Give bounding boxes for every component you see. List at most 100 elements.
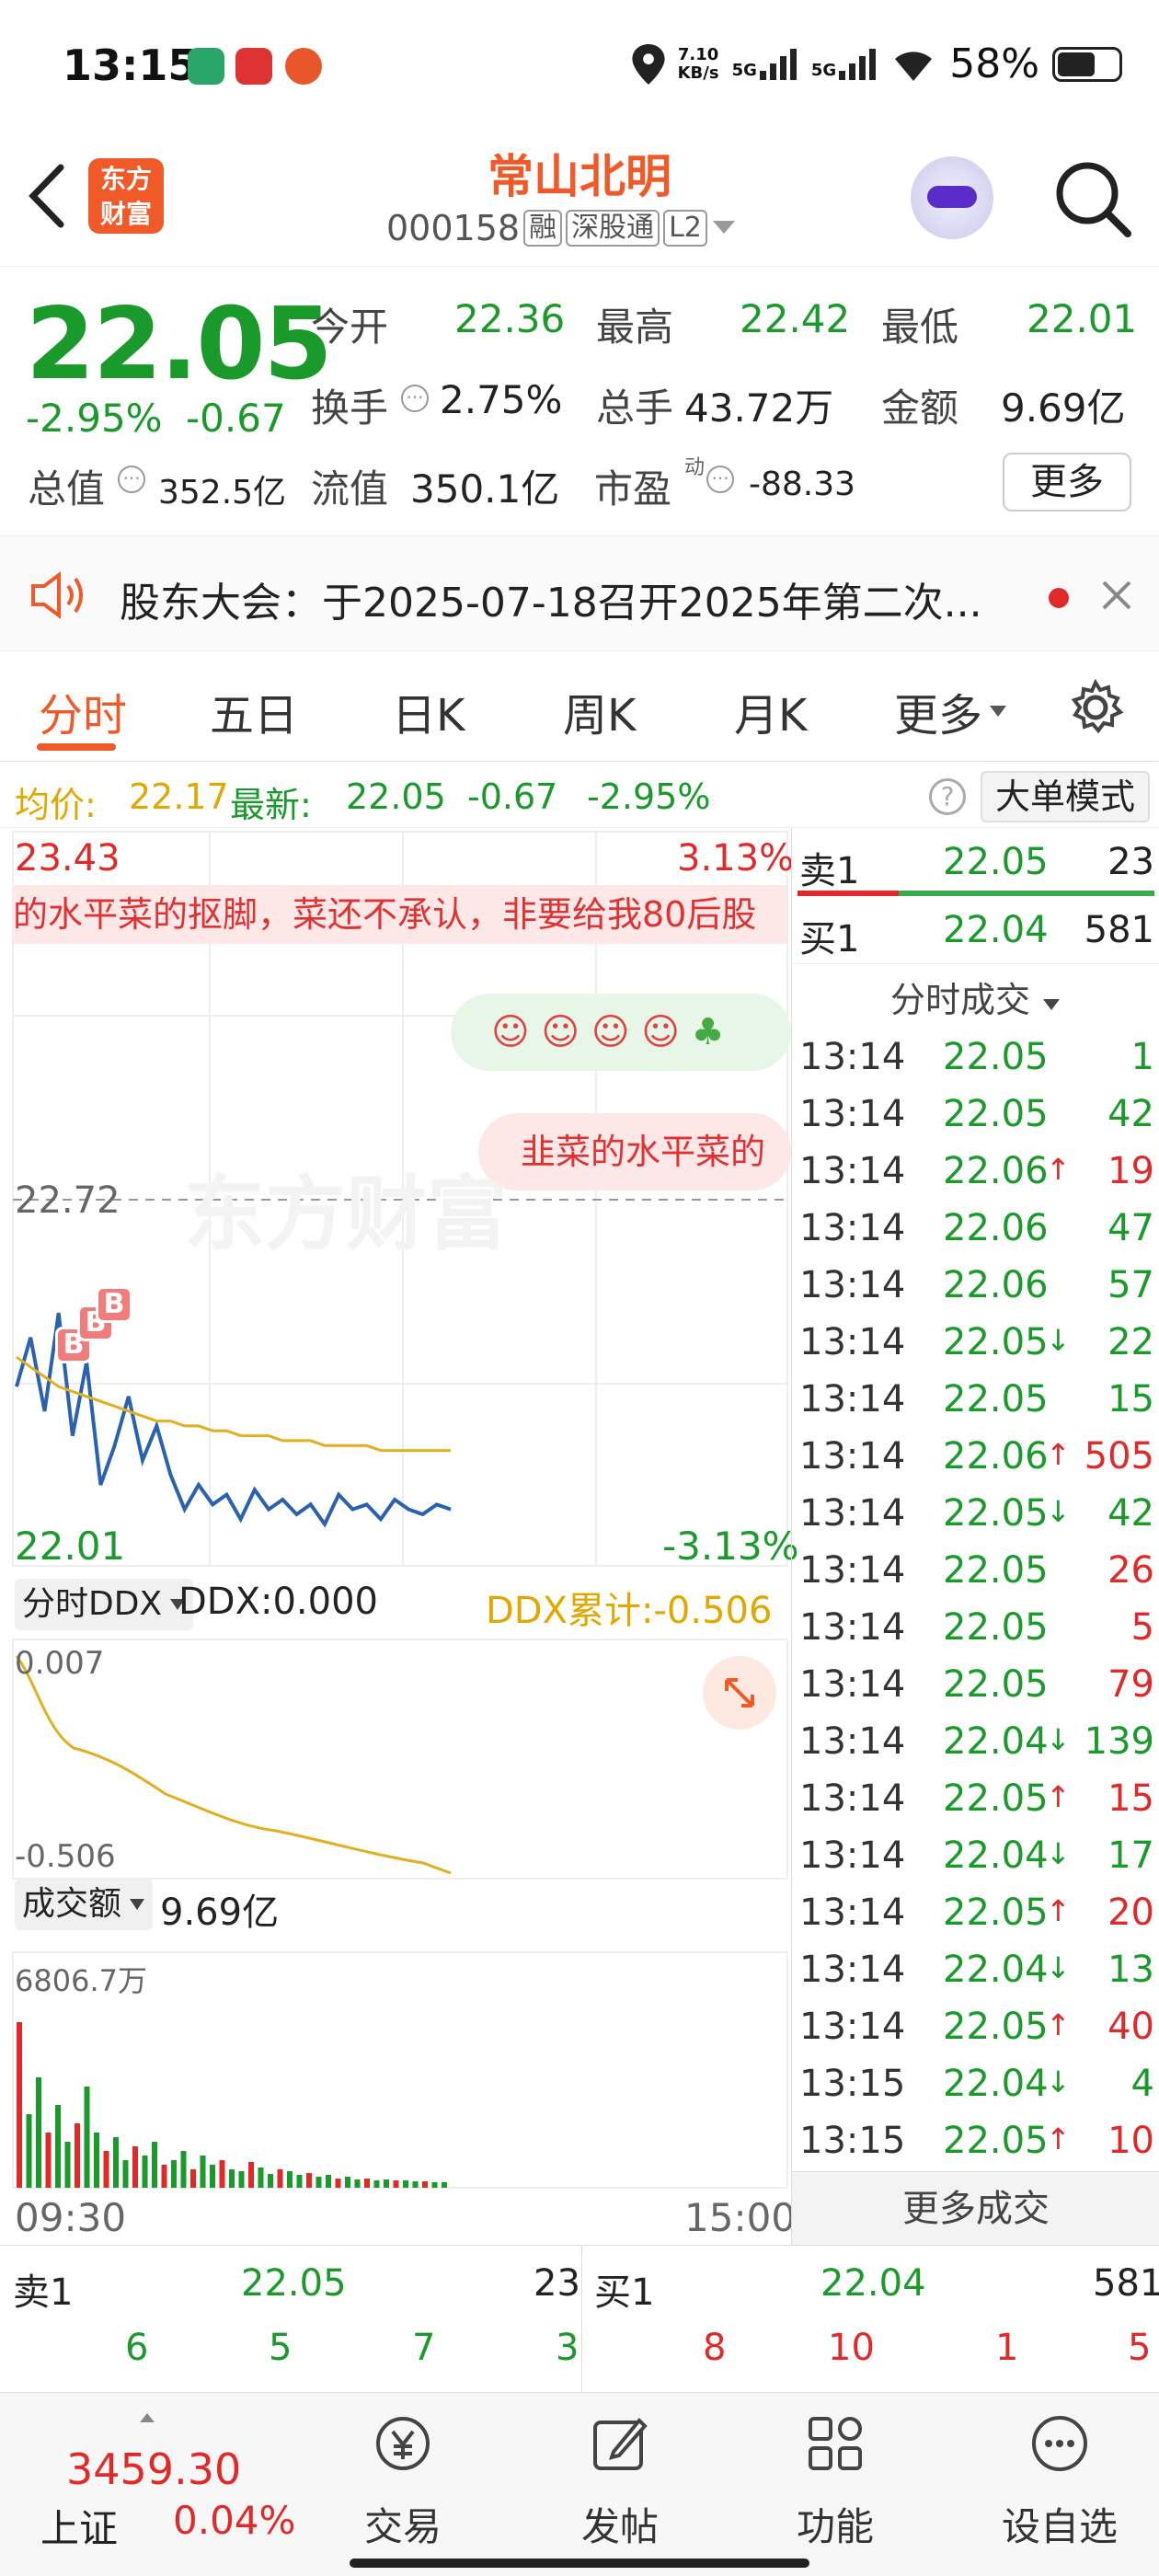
- trade-row: 13:14 22.04 ↓ 139: [792, 1713, 1159, 1770]
- app-notification-icon: [285, 48, 322, 85]
- status-bar: 13:15 7.10 KB/s 5G 5G 58%: [0, 0, 1159, 138]
- tab-daily-k[interactable]: 日K: [392, 679, 465, 743]
- unread-dot: [1049, 588, 1069, 608]
- turnover-label: 换手: [311, 385, 389, 431]
- open-value: 22.36: [454, 296, 566, 341]
- trade-volume: 47: [1107, 1207, 1154, 1249]
- trade-price: 22.06: [943, 1264, 1049, 1306]
- volume-bar: [210, 2165, 215, 2188]
- trade-price: 22.04: [943, 1834, 1049, 1877]
- trade-volume: 17: [1107, 1834, 1154, 1877]
- trade-direction-icon: ↓: [1046, 2064, 1071, 2099]
- trade-volume: 10: [1107, 2120, 1154, 2162]
- volume-bar: [132, 2146, 138, 2188]
- trade-volume: 79: [1107, 1663, 1154, 1706]
- assistant-robot-icon[interactable]: [911, 156, 993, 239]
- current-price: 22.05: [26, 287, 333, 402]
- book-buy-label: 买1: [594, 2271, 655, 2314]
- nav-post[interactable]: 发帖: [546, 2411, 694, 2552]
- trade-row: 13:15 22.04 ↓ 4: [792, 2055, 1159, 2112]
- low-value: 22.01: [1027, 296, 1138, 341]
- tab-five-day[interactable]: 五日: [210, 679, 298, 743]
- trade-price: 22.05: [943, 1892, 1049, 1934]
- info-icon[interactable]: ···: [118, 466, 145, 493]
- help-icon[interactable]: ?: [929, 778, 966, 815]
- ddx-select[interactable]: 分时DDX: [15, 1579, 194, 1630]
- trade-volume: 19: [1107, 1150, 1154, 1192]
- index-value: 3459.30: [66, 2444, 242, 2494]
- net-speed: 7.10 KB/s: [677, 44, 719, 83]
- trade-row: 13:14 22.06 47: [792, 1200, 1159, 1257]
- volume-value: 43.72万: [684, 385, 834, 431]
- buy-marker[interactable]: B: [96, 1286, 132, 1323]
- volume-bar: [55, 2105, 61, 2188]
- volume-bar: [354, 2179, 361, 2188]
- chart-tabs: 分时 五日 日K 周K 月K 更多: [0, 651, 1159, 762]
- trade-direction-icon: ↑: [1046, 2007, 1071, 2042]
- volume-select[interactable]: 成交额: [15, 1879, 154, 1930]
- trade-time: 13:14: [799, 1834, 906, 1877]
- volume-bar: [335, 2179, 341, 2188]
- nav-add-watchlist[interactable]: 设自选: [977, 2411, 1142, 2552]
- more-quote-button[interactable]: 更多: [1003, 453, 1131, 512]
- trade-price: 22.06: [943, 1435, 1049, 1478]
- expand-icon[interactable]: [703, 1656, 776, 1730]
- gear-icon[interactable]: [1067, 679, 1124, 736]
- notice-banner[interactable]: 股东大会：于2025-07-18召开2025年第二次...: [0, 535, 1159, 651]
- trade-price: 22.04: [943, 2063, 1049, 2105]
- volume-bar: [258, 2168, 264, 2188]
- trade-price: 22.05: [943, 1777, 1049, 1820]
- trade-volume: 40: [1107, 2006, 1154, 2048]
- battery-percent: 58%: [949, 40, 1039, 87]
- volume-bar: [296, 2175, 303, 2188]
- trade-time: 13:14: [799, 2006, 906, 2048]
- trade-time: 13:14: [799, 1949, 906, 1991]
- search-icon[interactable]: [1054, 160, 1133, 239]
- danmaku-comment: 的水平菜的抠脚，菜还不承认，非要给我80后股: [13, 885, 787, 944]
- trade-volume: 57: [1107, 1264, 1154, 1306]
- trade-time: 13:14: [799, 1492, 906, 1535]
- book-buy-price: 22.04: [820, 2262, 926, 2305]
- trade-row: 13:14 22.05 ↓ 42: [792, 1485, 1159, 1542]
- nav-functions[interactable]: 功能: [762, 2411, 909, 2552]
- location-icon: [632, 43, 665, 85]
- book-sell-detail: 7: [412, 2327, 436, 2369]
- trade-row: 13:14 22.05 ↓ 22: [792, 1314, 1159, 1371]
- signal-5g-icon: 5G: [732, 48, 798, 80]
- volume-bar: [200, 2156, 206, 2188]
- trade-row: 13:14 22.05 ↑ 40: [792, 1998, 1159, 2055]
- trade-time: 13:14: [799, 1435, 906, 1478]
- top-price-label: 23.43: [15, 837, 120, 880]
- average-price-bar: 均价: 22.17 最新: 22.05 -0.67 -2.95% ? 大单模式: [0, 762, 1159, 828]
- big-order-mode-button[interactable]: 大单模式: [981, 771, 1150, 822]
- trade-time: 13:14: [799, 1321, 906, 1363]
- trade-time: 13:14: [799, 1663, 906, 1706]
- nav-trade[interactable]: 交易: [329, 2411, 476, 2552]
- trade-list-header[interactable]: 分时成交: [792, 972, 1159, 1022]
- volume-bar: [26, 2114, 32, 2188]
- more-trades-button[interactable]: 更多成交: [792, 2171, 1159, 2245]
- trade-row: 13:14 22.05 5: [792, 1599, 1159, 1656]
- volume-bar: [403, 2180, 408, 2188]
- close-icon[interactable]: [1100, 579, 1133, 612]
- home-indicator: [350, 2559, 809, 2568]
- trade-row: 13:14 22.05 ↑ 20: [792, 1884, 1159, 1941]
- info-icon[interactable]: ···: [401, 385, 429, 412]
- volume-max-label: 6806.7万: [15, 1963, 147, 1998]
- mid-price-label: 22.72: [15, 1179, 120, 1222]
- amount-value: 9.69亿: [1001, 385, 1126, 431]
- tab-intraday[interactable]: 分时: [39, 679, 127, 743]
- trade-row: 13:14 22.05 26: [792, 1542, 1159, 1599]
- trade-volume: 505: [1084, 1435, 1154, 1478]
- ddx-cumulative: DDX累计:-0.506: [486, 1590, 773, 1632]
- tab-monthly-k[interactable]: 月K: [734, 679, 807, 743]
- tab-weekly-k[interactable]: 周K: [563, 679, 636, 743]
- volume-bar: [161, 2165, 167, 2188]
- trade-row: 13:14 22.06 ↑ 505: [792, 1428, 1159, 1485]
- volume-total: 9.69亿: [160, 1892, 280, 1934]
- tab-more[interactable]: 更多: [894, 679, 1008, 743]
- info-icon[interactable]: ···: [706, 466, 734, 493]
- trade-row: 13:14 22.05 79: [792, 1656, 1159, 1713]
- intraday-chart[interactable]: 东方财富 23.43 3.13% 的水平菜的抠脚，菜还不承认，非要给我80后股 …: [0, 828, 799, 2245]
- stock-code-row[interactable]: 000158 融 深股通 L2: [386, 208, 737, 248]
